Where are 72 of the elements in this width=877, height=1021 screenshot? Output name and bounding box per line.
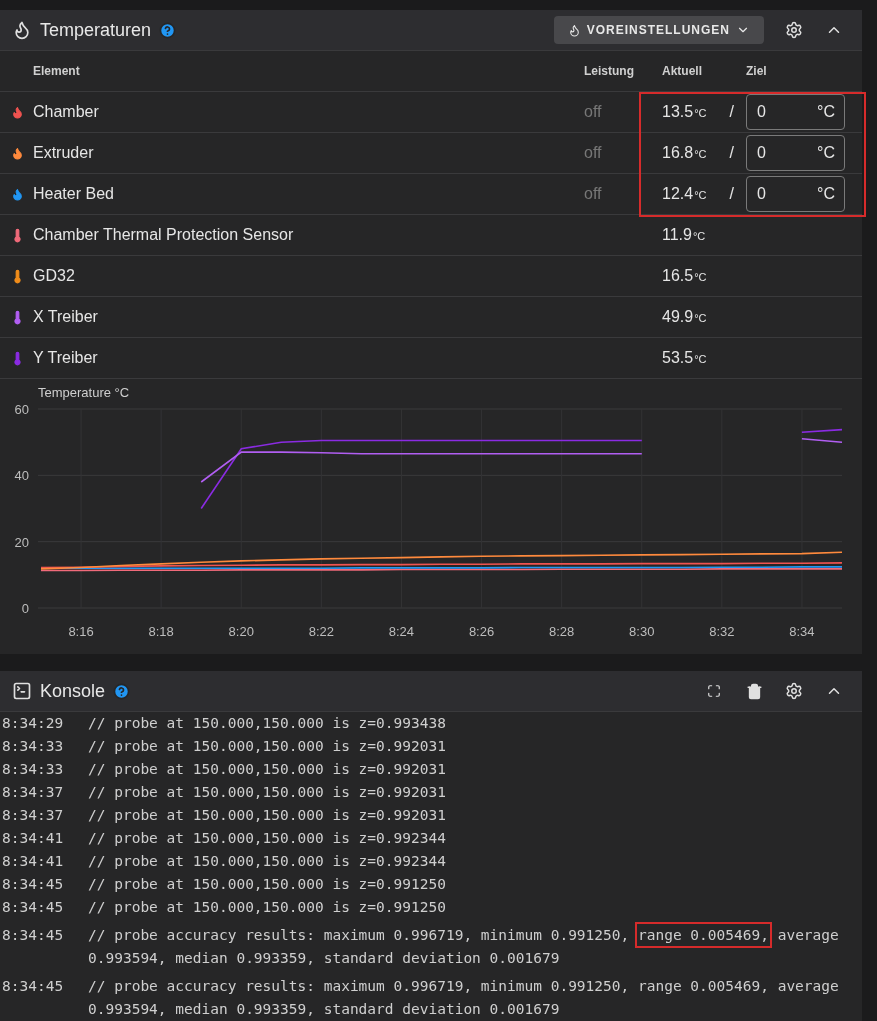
x-tick-label: 8:28 bbox=[549, 624, 575, 639]
x-tick-label: 8:34 bbox=[789, 624, 815, 639]
power-value: off bbox=[584, 103, 603, 121]
current-temperature: 16.5°C bbox=[662, 267, 707, 285]
column-header: Aktuell bbox=[662, 64, 703, 78]
log-message: // probe at 150.000,150.000 is z=0.991250 bbox=[88, 898, 447, 917]
log-message: // probe at 150.000,150.000 is z=0.992344 bbox=[88, 852, 447, 871]
log-message: // probe at 150.000,150.000 is z=0.992031 bbox=[88, 760, 447, 779]
log-message: // probe accuracy results: maximum 0.996719, minimum 0.991250, range 0.005469, average 0.993594, median 0.993359, standard deviation 0.001679 bbox=[88, 919, 858, 975]
x-tick-label: 8:30 bbox=[629, 624, 655, 639]
current-temperature: 13.5°C bbox=[662, 103, 707, 121]
help-icon bbox=[159, 21, 177, 39]
presets-button[interactable]: VOREINSTELLUNGEN bbox=[553, 16, 764, 44]
separator: / bbox=[729, 185, 734, 203]
log-time: 8:34:45 bbox=[1, 875, 65, 894]
element-name: Chamber bbox=[33, 103, 100, 121]
power-value: off bbox=[584, 144, 603, 162]
log-message: // probe at 150.000,150.000 is z=0.993438 bbox=[88, 714, 447, 733]
log-time: 8:34:45 bbox=[1, 926, 65, 945]
current-temperature: 12.4°C bbox=[662, 185, 707, 203]
terminal-icon bbox=[12, 681, 32, 701]
x-tick-label: 8:22 bbox=[308, 624, 334, 639]
column-header: Element bbox=[33, 64, 81, 78]
x-tick-label: 8:16 bbox=[68, 624, 94, 639]
current-temperature: 49.9°C bbox=[662, 308, 707, 326]
log-time: 8:34:33 bbox=[1, 737, 65, 756]
panel-title: Konsole bbox=[40, 680, 106, 702]
element-name: Chamber Thermal Protection Sensor bbox=[33, 226, 295, 244]
column-header: Ziel bbox=[746, 64, 768, 78]
log-time: 8:34:45 bbox=[1, 898, 65, 917]
x-tick-label: 8:26 bbox=[468, 624, 495, 639]
unit-label: °C bbox=[817, 185, 835, 203]
log-time: 8:34:45 bbox=[1, 977, 65, 996]
log-time: 8:34:41 bbox=[1, 829, 65, 848]
log-message: // probe accuracy results: maximum 0.996719, minimum 0.991250, range 0.005469, average 0.993594, median 0.993359, standard deviation 0.001679 bbox=[88, 977, 840, 1019]
element-name: X Treiber bbox=[33, 308, 99, 326]
log-message: // probe at 150.000,150.000 is z=0.992031 bbox=[88, 737, 447, 756]
y-tick-label: 0 bbox=[21, 601, 29, 616]
log-time: 8:34:41 bbox=[1, 852, 65, 871]
log-time: 8:34:37 bbox=[1, 806, 65, 825]
log-message: // probe at 150.000,150.000 is z=0.991250 bbox=[88, 875, 447, 894]
element-name: Extruder bbox=[33, 144, 95, 162]
current-temperature: 16.8°C bbox=[662, 144, 707, 162]
help-icon bbox=[113, 682, 131, 700]
element-name: Y Treiber bbox=[33, 349, 99, 367]
y-tick-label: 40 bbox=[14, 468, 29, 484]
x-tick-label: 8:24 bbox=[388, 624, 415, 639]
chart-title: Temperature °C bbox=[38, 385, 130, 400]
log-message: // probe at 150.000,150.000 is z=0.992344 bbox=[88, 829, 447, 848]
element-name: Heater Bed bbox=[33, 185, 115, 203]
log-message: // probe at 150.000,150.000 is z=0.992031 bbox=[88, 783, 447, 802]
log-time: 8:34:33 bbox=[1, 760, 65, 779]
x-tick-label: 8:20 bbox=[228, 624, 254, 639]
log-message: // probe at 150.000,150.000 is z=0.992031 bbox=[88, 806, 447, 825]
current-temperature: 11.9°C bbox=[662, 226, 706, 244]
flame-icon bbox=[12, 20, 32, 40]
power-value: off bbox=[584, 185, 603, 203]
log-time: 8:34:29 bbox=[1, 714, 65, 733]
element-name: GD32 bbox=[33, 267, 76, 285]
log-time: 8:34:37 bbox=[1, 783, 65, 802]
y-tick-label: 60 bbox=[14, 402, 29, 417]
separator: / bbox=[729, 144, 734, 162]
unit-label: °C bbox=[817, 103, 835, 121]
separator: / bbox=[729, 103, 734, 121]
x-tick-label: 8:32 bbox=[709, 624, 735, 639]
column-header: Leistung bbox=[584, 64, 635, 78]
y-tick-label: 20 bbox=[14, 534, 29, 550]
flame-icon bbox=[567, 23, 581, 37]
unit-label: °C bbox=[817, 144, 835, 162]
current-temperature: 53.5°C bbox=[662, 349, 707, 367]
panel-title: Temperaturen bbox=[40, 19, 152, 41]
x-tick-label: 8:18 bbox=[148, 624, 174, 639]
